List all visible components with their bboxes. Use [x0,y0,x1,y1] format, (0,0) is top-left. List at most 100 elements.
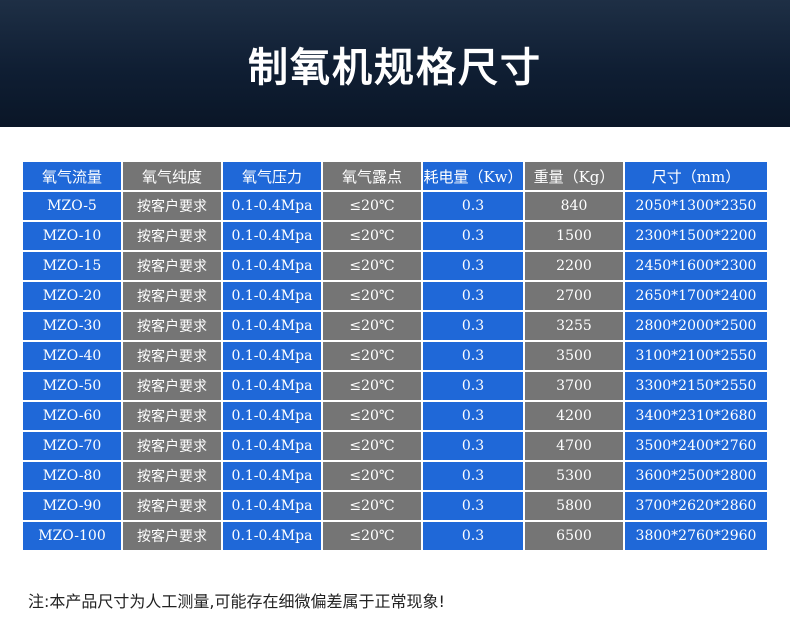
table-cell: 0.1-0.4Mpa [223,192,321,222]
table-cell: 0.1-0.4Mpa [223,402,321,432]
table-cell: 3800*2760*2960 [625,522,767,552]
table-cell: 按客户要求 [123,372,221,402]
table-row: MZO-90 按客户要求 0.1-0.4Mpa ≤20℃ 0.3 5800 3700*262… [23,492,767,522]
table-row: MZO-70 按客户要求 0.1-0.4Mpa ≤20℃ 0.3 4700 3500*240… [23,432,767,462]
table-row: MZO-40 按客户要求 0.1-0.4Mpa ≤20℃ 0.3 3500 3100*210… [23,342,767,372]
table-cell: MZO-30 [23,312,121,342]
table-cell: ≤20℃ [323,372,421,402]
table-header-cell: 氧气压力 [223,162,321,192]
title-banner: 制氧机规格尺寸 [0,0,790,127]
table-cell: ≤20℃ [323,402,421,432]
table-row: MZO-5 按客户要求 0.1-0.4Mpa ≤20℃ 0.3 840 2050*1300*… [23,192,767,222]
table-cell: 2700 [525,282,623,312]
table-header-cell: 氧气纯度 [123,162,221,192]
table-cell: 3500 [525,342,623,372]
table-cell: 0.3 [423,312,523,342]
table-cell: MZO-10 [23,222,121,252]
table-cell: 0.1-0.4Mpa [223,372,321,402]
table-cell: 0.3 [423,402,523,432]
table-cell: 3300*2150*2550 [625,372,767,402]
table-cell: 0.1-0.4Mpa [223,492,321,522]
page-title: 制氧机规格尺寸 [248,44,542,91]
table-cell: ≤20℃ [323,192,421,222]
table-cell: 0.1-0.4Mpa [223,252,321,282]
table-cell: MZO-40 [23,342,121,372]
table-cell: 按客户要求 [123,462,221,492]
table-cell: 4700 [525,432,623,462]
table-cell: 0.3 [423,462,523,492]
table-row: MZO-60 按客户要求 0.1-0.4Mpa ≤20℃ 0.3 4200 3400*231… [23,402,767,432]
table-cell: 按客户要求 [123,492,221,522]
table-cell: 按客户要求 [123,222,221,252]
table-cell: 3700*2620*2860 [625,492,767,522]
table-row: MZO-20 按客户要求 0.1-0.4Mpa ≤20℃ 0.3 2700 2650*170… [23,282,767,312]
table-cell: MZO-60 [23,402,121,432]
table-cell: 3700 [525,372,623,402]
table-cell: ≤20℃ [323,492,421,522]
table-cell: 按客户要求 [123,402,221,432]
table-row: MZO-80 按客户要求 0.1-0.4Mpa ≤20℃ 0.3 5300 3600*250… [23,462,767,492]
table-row: MZO-30 按客户要求 0.1-0.4Mpa ≤20℃ 0.3 3255 2800*200… [23,312,767,342]
table-cell: 5800 [525,492,623,522]
table-cell: 0.3 [423,192,523,222]
table-cell: MZO-50 [23,372,121,402]
table-cell: 840 [525,192,623,222]
table-cell: 0.1-0.4Mpa [223,522,321,552]
table-cell: MZO-15 [23,252,121,282]
table-row: MZO-15 按客户要求 0.1-0.4Mpa ≤20℃ 0.3 2200 2450*160… [23,252,767,282]
table-cell: 按客户要求 [123,252,221,282]
table-cell: ≤20℃ [323,282,421,312]
table-cell: 2450*1600*2300 [625,252,767,282]
table-row: MZO-100 按客户要求 0.1-0.4Mpa ≤20℃ 0.3 6500 3800*27… [23,522,767,552]
table-cell: ≤20℃ [323,432,421,462]
table-cell: 2200 [525,252,623,282]
table-cell: ≤20℃ [323,312,421,342]
table-cell: MZO-70 [23,432,121,462]
table-cell: 2050*1300*2350 [625,192,767,222]
table-cell: 3100*2100*2550 [625,342,767,372]
table-header-cell: 氧气流量 [23,162,121,192]
table-cell: 0.3 [423,342,523,372]
table-cell: 2300*1500*2200 [625,222,767,252]
table-cell: 0.1-0.4Mpa [223,432,321,462]
table-cell: 1500 [525,222,623,252]
table-cell: 3400*2310*2680 [625,402,767,432]
footnote: 注:本产品尺寸为人工测量,可能存在细微偏差属于正常现象! [28,592,445,611]
table-cell: ≤20℃ [323,222,421,252]
table-cell: 4200 [525,402,623,432]
table-cell: 3500*2400*2760 [625,432,767,462]
table-cell: 0.1-0.4Mpa [223,342,321,372]
table-header-cell: 氧气露点 [323,162,421,192]
table-cell: 按客户要求 [123,522,221,552]
table-cell: MZO-100 [23,522,121,552]
table-cell: 3600*2500*2800 [625,462,767,492]
table-cell: 按客户要求 [123,312,221,342]
table-cell: 0.1-0.4Mpa [223,312,321,342]
table-cell: 按客户要求 [123,282,221,312]
table-cell: ≤20℃ [323,522,421,552]
table-cell: 5300 [525,462,623,492]
table-row: MZO-10 按客户要求 0.1-0.4Mpa ≤20℃ 0.3 1500 2300*150… [23,222,767,252]
table-cell: 按客户要求 [123,192,221,222]
table-cell: 0.1-0.4Mpa [223,222,321,252]
table-cell: 0.3 [423,282,523,312]
table-header-cell: 重量（Kg） [525,162,623,192]
table-cell: 0.3 [423,522,523,552]
table-cell: 2800*2000*2500 [625,312,767,342]
table-cell: ≤20℃ [323,462,421,492]
table-cell: 0.1-0.4Mpa [223,282,321,312]
table-cell: 0.3 [423,252,523,282]
table-cell: 0.3 [423,372,523,402]
spec-table: 氧气流量 氧气纯度 氧气压力 氧气露点 耗电量（Kw） 重量（Kg） 尺寸（mm） MZO-5… [21,162,769,552]
table-header-cell: 耗电量（Kw） [423,162,523,192]
table-header-row: 氧气流量 氧气纯度 氧气压力 氧气露点 耗电量（Kw） 重量（Kg） 尺寸（mm） [23,162,767,192]
table-cell: MZO-5 [23,192,121,222]
table-cell: MZO-20 [23,282,121,312]
table-header-cell: 尺寸（mm） [625,162,767,192]
table-cell: 0.1-0.4Mpa [223,462,321,492]
table-cell: 6500 [525,522,623,552]
table-cell: MZO-80 [23,462,121,492]
table-cell: 按客户要求 [123,342,221,372]
table-cell: 按客户要求 [123,432,221,462]
table-cell: 0.3 [423,432,523,462]
